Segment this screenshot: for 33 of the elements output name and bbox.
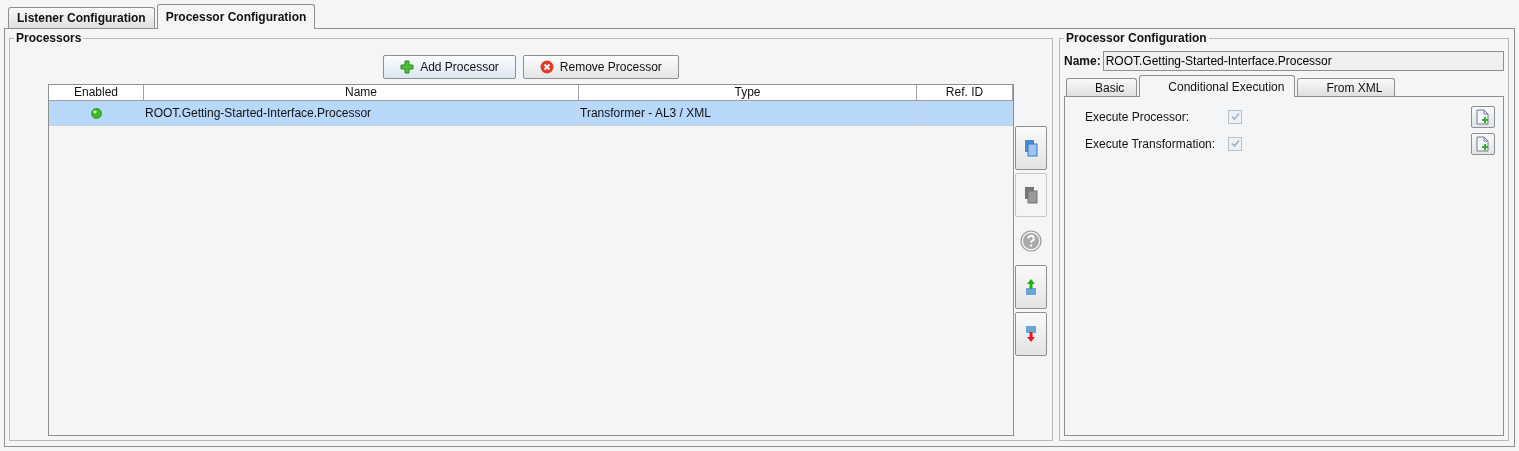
name-field[interactable]: ROOT.Getting-Started-Interface.Processor: [1102, 51, 1504, 71]
add-document-icon: [1476, 108, 1490, 125]
option-label: Execute Processor:: [1085, 109, 1191, 124]
add-document-button[interactable]: [1471, 105, 1495, 128]
column-header[interactable]: Enabled: [49, 85, 144, 101]
remove-button[interactable]: Remove Processor: [522, 55, 679, 79]
tab[interactable]: From XML: [1297, 78, 1396, 96]
close-icon: [539, 60, 554, 74]
panel-title: Processors: [15, 31, 83, 45]
tab[interactable]: Listener Configuration: [8, 7, 155, 28]
plus-icon: [400, 60, 415, 74]
option-label: Execute Transformation:: [1085, 136, 1217, 151]
table-row[interactable]: ROOT.Getting-Started-Interface.Processor Transformer - AL3 / XML: [49, 101, 1014, 126]
column-header[interactable]: Name: [144, 85, 579, 101]
copy-button[interactable]: [1015, 126, 1048, 170]
column-header[interactable]: Type: [579, 85, 917, 101]
add-document-button[interactable]: [1471, 132, 1495, 155]
copy-icon: [1024, 139, 1039, 157]
add-button[interactable]: Add Processor: [383, 55, 516, 79]
arrow-down-icon: [1025, 325, 1038, 343]
copy-icon: [1024, 186, 1039, 204]
tab[interactable]: Basic: [1066, 78, 1138, 96]
arrow-up-icon: [1025, 278, 1038, 296]
tab[interactable]: Processor Configuration: [156, 4, 316, 29]
move-up-button[interactable]: [1015, 265, 1048, 309]
name-label: Name:: [1064, 54, 1101, 68]
table-cell: ROOT.Getting-Started-Interface.Processor: [144, 101, 579, 125]
move-down-button[interactable]: [1015, 312, 1048, 356]
table-cell: Transformer - AL3 / XML: [579, 101, 917, 125]
panel-title: Processor Configuration: [1065, 31, 1208, 45]
add-document-icon: [1476, 135, 1490, 152]
column-header[interactable]: Ref. ID: [917, 85, 1014, 101]
tab[interactable]: Conditional Execution: [1139, 75, 1296, 97]
